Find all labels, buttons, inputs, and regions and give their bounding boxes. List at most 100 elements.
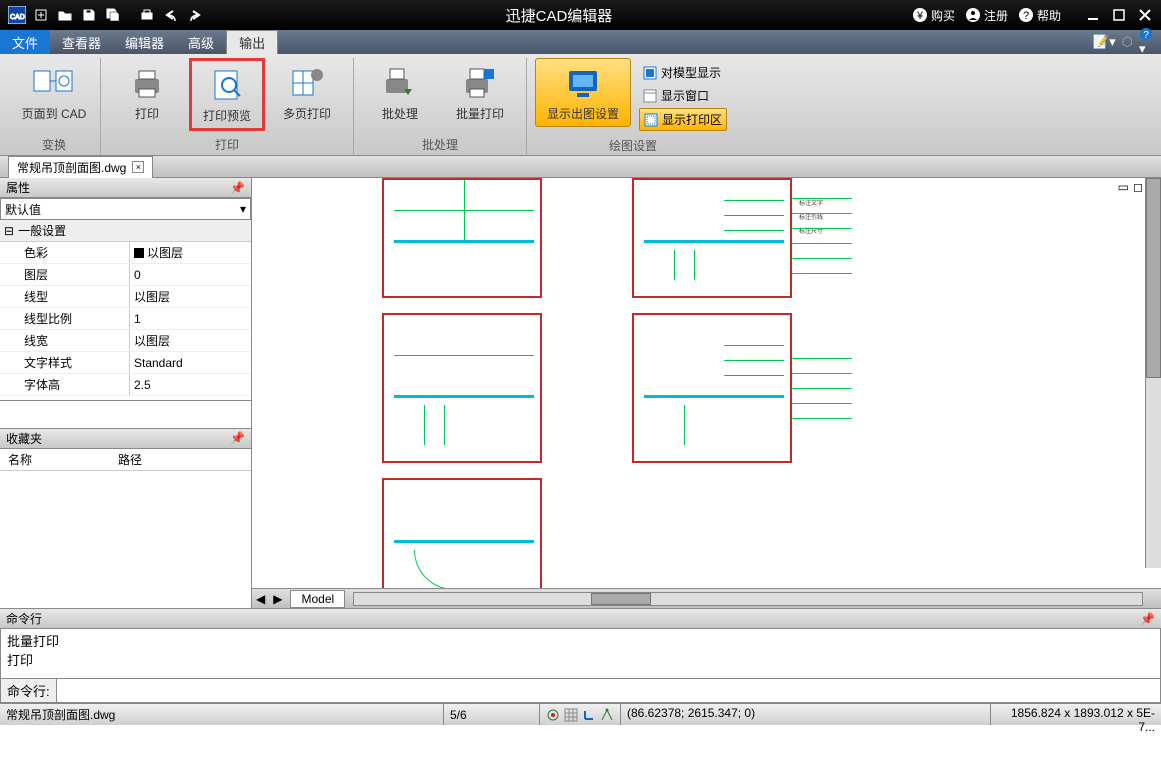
command-panel: 命令行 📌 批量打印 打印 命令行: (0, 608, 1161, 703)
menu-file[interactable]: 文件 (0, 30, 50, 54)
ribbon-group-plot: 显示出图设置 对模型显示 显示窗口 显示打印区 绘图设置 (527, 58, 739, 155)
multi-print-button[interactable]: 多页打印 (269, 58, 345, 127)
batch-button[interactable]: 批处理 (362, 58, 438, 127)
file-tab-bar: 常规吊顶剖面图.dwg × (0, 156, 1161, 178)
favorites-col-path[interactable]: 路径 (110, 449, 150, 470)
tab-scroll-right-icon[interactable]: ▶ (269, 592, 286, 606)
print-button[interactable]: 打印 (109, 58, 185, 127)
ribbon-options-icon[interactable]: 📝▾ (1093, 34, 1116, 50)
osnap-icon[interactable] (600, 708, 614, 722)
status-zoom: 1856.824 x 1893.012 x 5E-7... (991, 704, 1161, 725)
vertical-scrollbar[interactable] (1145, 178, 1161, 568)
status-toggle-icons (540, 704, 621, 725)
close-tab-icon[interactable]: × (132, 161, 144, 173)
model-tab-bar: ◀ ▶ Model (252, 588, 1161, 608)
ribbon-group-batch: 批处理 批量打印 批处理 (354, 58, 527, 155)
property-row[interactable]: 线宽以图层 (0, 330, 251, 352)
show-print-area-toggle[interactable]: 显示打印区 (639, 108, 727, 131)
favorites-columns: 名称 路径 (0, 449, 251, 471)
buy-button[interactable]: ¥购买 (912, 7, 955, 24)
open-icon[interactable] (54, 4, 76, 26)
ribbon-group-print: 打印 打印预览 多页打印 打印 (101, 58, 354, 155)
property-row[interactable]: 线型以图层 (0, 286, 251, 308)
menu-bar: 文件 查看器 编辑器 高级 输出 📝▾ ⬡ ?▾ (0, 30, 1161, 54)
pin-icon[interactable]: 📌 (230, 431, 245, 445)
save-icon[interactable] (78, 4, 100, 26)
pin-icon[interactable]: 📌 (1140, 612, 1155, 626)
register-button[interactable]: 注册 (965, 7, 1008, 24)
property-row[interactable]: 图层0 (0, 264, 251, 286)
favorites-list (0, 471, 251, 609)
model-tab[interactable]: Model (290, 590, 345, 608)
ribbon-help-icon[interactable]: ?▾ (1139, 27, 1153, 57)
command-prompt: 命令行: (1, 679, 57, 702)
snap-icon[interactable] (546, 708, 560, 722)
status-file: 常规吊顶剖面图.dwg (0, 704, 444, 725)
app-icon[interactable]: CAD (6, 4, 28, 26)
close-button[interactable] (1135, 5, 1155, 25)
show-plot-settings-button[interactable]: 显示出图设置 (535, 58, 631, 127)
properties-table: ⊟一般设置 色彩以图层图层0线型以图层线型比例1线宽以图层文字样式Standar… (0, 220, 251, 401)
ribbon-min-icon[interactable]: ⬡ (1122, 34, 1133, 50)
property-category[interactable]: ⊟一般设置 (0, 220, 251, 242)
chevron-down-icon: ▾ (240, 202, 246, 216)
menu-advanced[interactable]: 高级 (176, 30, 226, 54)
maximize-button[interactable] (1109, 5, 1129, 25)
title-bar: CAD 迅捷CAD编辑器 ¥购买 注册 ?帮助 (0, 0, 1161, 30)
menu-editor[interactable]: 编辑器 (113, 30, 176, 54)
menu-viewer[interactable]: 查看器 (50, 30, 113, 54)
property-row[interactable]: 字体高2.5 (0, 374, 251, 396)
horizontal-scrollbar[interactable] (353, 592, 1143, 606)
batch-print-button[interactable]: 批量打印 (442, 58, 518, 127)
svg-text:?: ? (1143, 30, 1149, 41)
page-to-cad-button[interactable]: 页面到 CAD (16, 58, 92, 127)
ribbon-group-transform: 页面到 CAD 变换 (8, 58, 101, 155)
status-coords: (86.62378; 2615.347; 0) (621, 704, 991, 725)
status-bar: 常规吊顶剖面图.dwg 5/6 (86.62378; 2615.347; 0) … (0, 703, 1161, 725)
print-icon[interactable] (136, 4, 158, 26)
ortho-icon[interactable] (582, 708, 596, 722)
redo-icon[interactable] (184, 4, 206, 26)
plot-settings-icon (559, 63, 607, 103)
title-bar-right: ¥购买 注册 ?帮助 (912, 5, 1155, 25)
tab-scroll-left-icon[interactable]: ◀ (252, 592, 269, 606)
drawing-tile (382, 313, 542, 463)
drawing-tile (382, 478, 542, 588)
property-filter-dropdown[interactable]: 默认值 ▾ (0, 198, 251, 220)
undo-icon[interactable] (160, 4, 182, 26)
help-button[interactable]: ?帮助 (1018, 7, 1061, 24)
pin-icon[interactable]: 📌 (230, 181, 245, 195)
menu-output[interactable]: 输出 (226, 30, 278, 54)
properties-header: 属性 📌 (0, 178, 251, 198)
property-row[interactable]: 色彩以图层 (0, 242, 251, 264)
drawing-tile (632, 313, 792, 463)
quick-access-toolbar: CAD (6, 4, 206, 26)
batch-print-icon (456, 63, 504, 103)
drawing-tile (382, 178, 542, 298)
property-row[interactable]: 线型比例1 (0, 308, 251, 330)
drawing-canvas[interactable]: ▭ ◻ ✕ 标注文字 标注引线 标注尺寸 (252, 178, 1161, 588)
status-page: 5/6 (444, 704, 540, 725)
canvas-min-icon[interactable]: ▭ (1118, 180, 1129, 194)
command-log: 批量打印 打印 (0, 629, 1161, 679)
canvas-area: ▭ ◻ ✕ 标注文字 标注引线 标注尺寸 (252, 178, 1161, 608)
favorites-panel: 收藏夹 📌 名称 路径 (0, 429, 251, 609)
save-all-icon[interactable] (102, 4, 124, 26)
show-window-toggle[interactable]: 显示窗口 (639, 85, 727, 106)
file-tab[interactable]: 常规吊顶剖面图.dwg × (8, 156, 153, 178)
property-row[interactable]: 文字样式Standard (0, 352, 251, 374)
favorites-header: 收藏夹 📌 (0, 429, 251, 449)
print-preview-button[interactable]: 打印预览 (189, 58, 265, 131)
printer-icon (123, 63, 171, 103)
grid-icon[interactable] (564, 708, 578, 722)
svg-text:?: ? (1023, 10, 1029, 22)
show-model-toggle[interactable]: 对模型显示 (639, 62, 727, 83)
canvas-max-icon[interactable]: ◻ (1133, 180, 1143, 194)
minimize-button[interactable] (1083, 5, 1103, 25)
drawing-tile: 标注文字 标注引线 标注尺寸 (632, 178, 792, 298)
page-to-cad-icon (30, 63, 78, 103)
app-title: 迅捷CAD编辑器 (206, 5, 912, 26)
favorites-col-name[interactable]: 名称 (0, 449, 110, 470)
new-icon[interactable] (30, 4, 52, 26)
command-input[interactable] (57, 679, 1160, 702)
